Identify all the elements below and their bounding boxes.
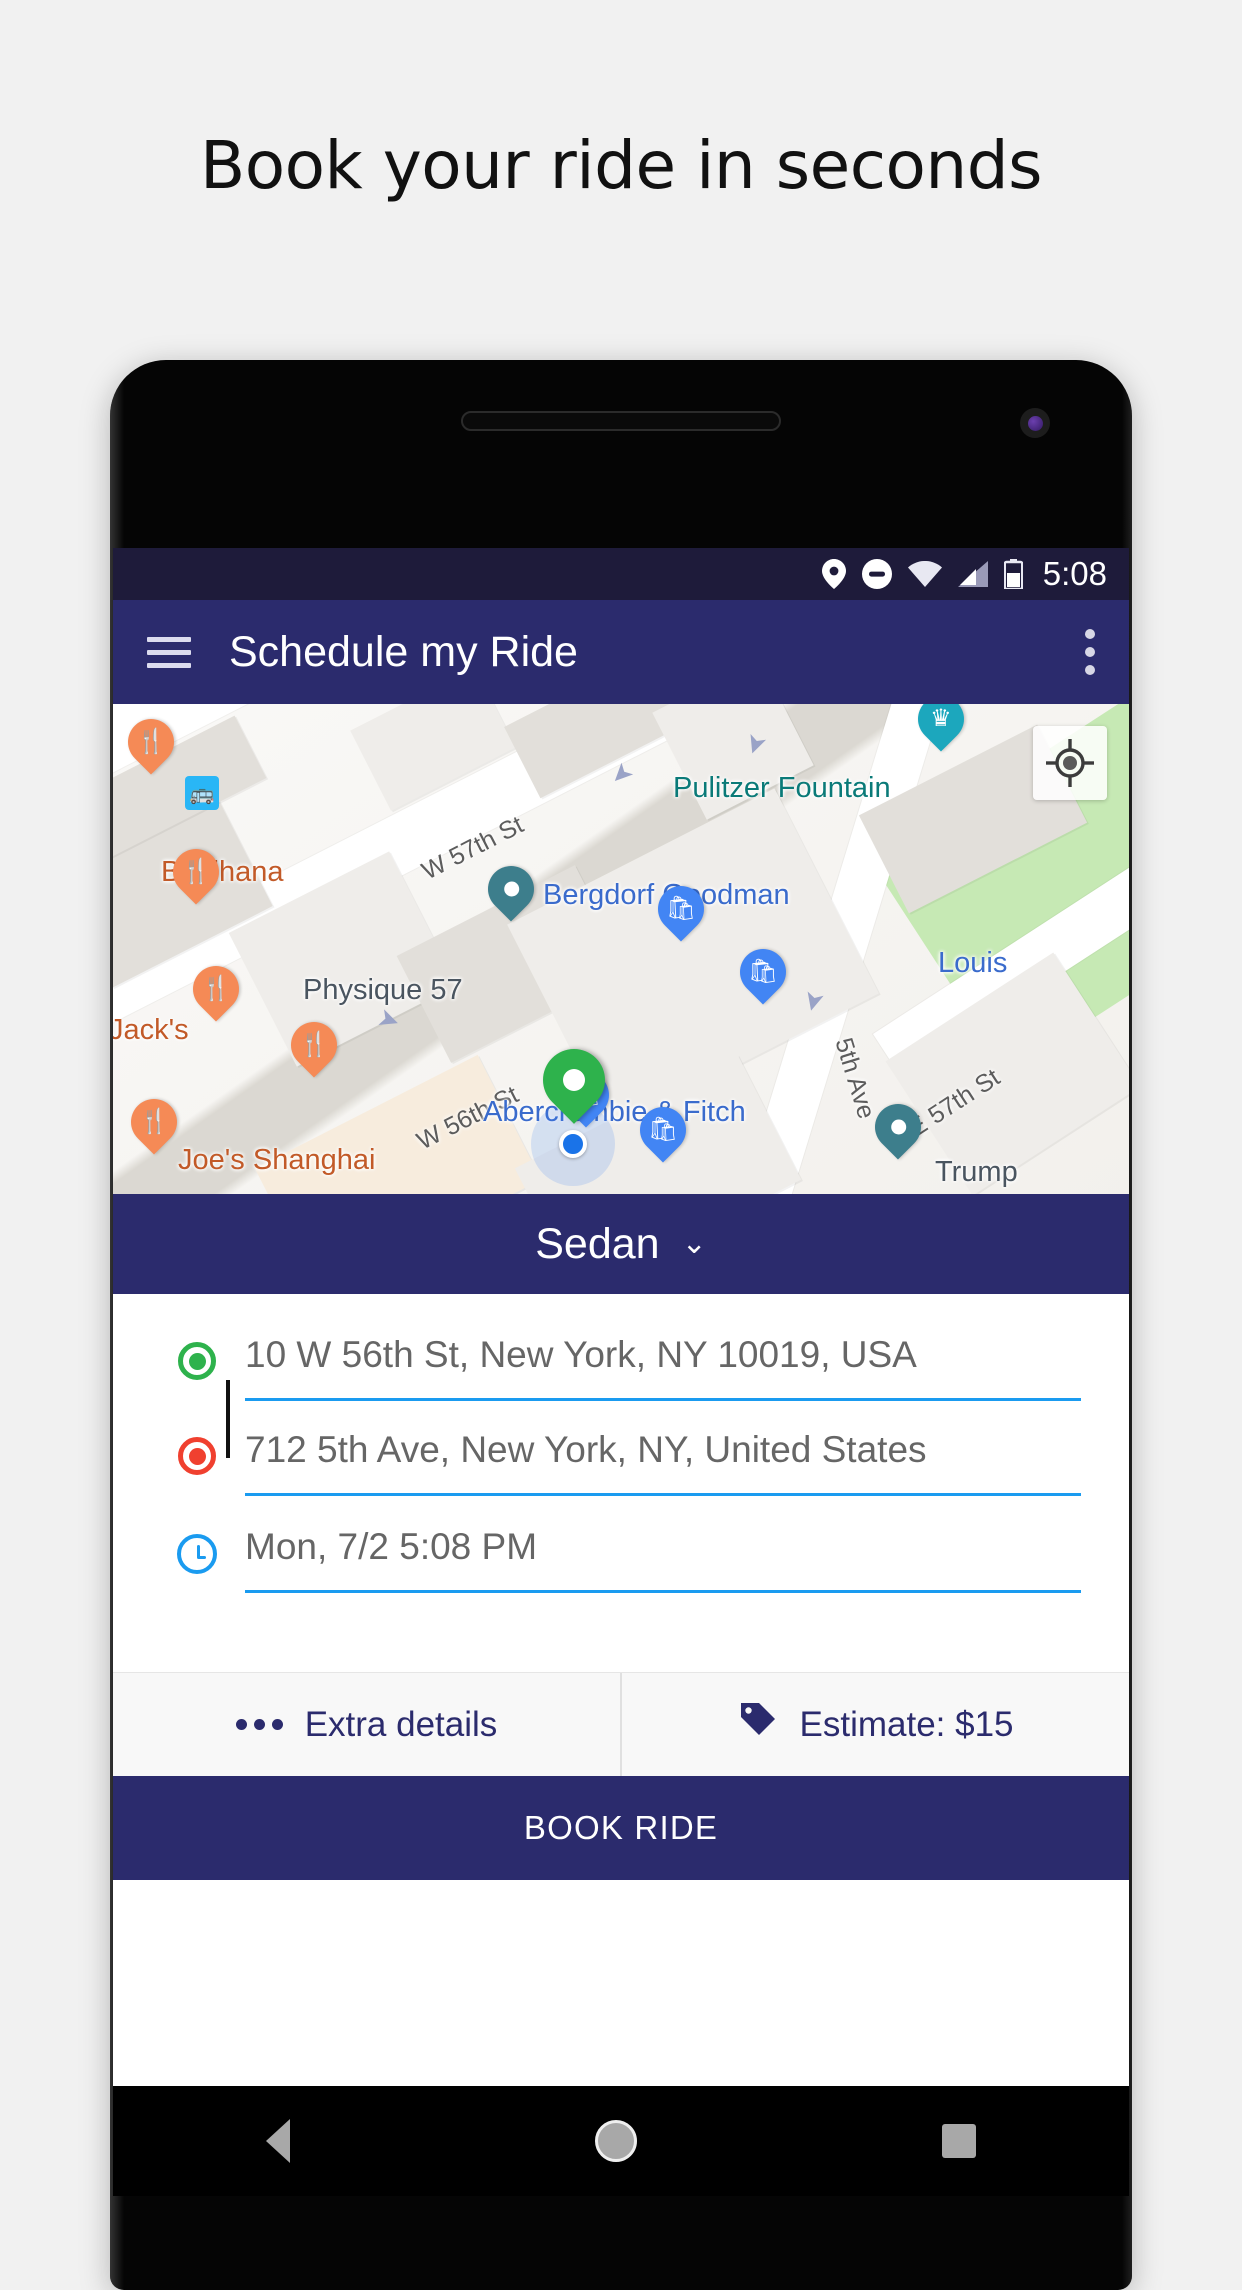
estimate-button[interactable]: Estimate: $15 xyxy=(620,1673,1129,1776)
dropoff-field[interactable]: 712 5th Ave, New York, NY, United States xyxy=(233,1429,1081,1496)
secondary-actions-row: Extra details Estimate: $15 xyxy=(113,1672,1129,1776)
phone-screen: 5:08 Schedule my Ride W 57th St W 56th S… xyxy=(113,548,1129,2086)
vehicle-type-selector[interactable]: Sedan ⌄ xyxy=(113,1194,1129,1294)
page-title: Book your ride in seconds xyxy=(200,126,1043,204)
dropoff-row[interactable]: 712 5th Ave, New York, NY, United States xyxy=(113,1429,1129,1496)
extra-details-label: Extra details xyxy=(304,1704,498,1744)
android-nav-bar xyxy=(113,2086,1129,2196)
my-location-crosshair-icon[interactable] xyxy=(1033,726,1107,800)
vehicle-type-label: Sedan xyxy=(535,1219,660,1268)
home-circle-icon[interactable] xyxy=(594,2120,637,2162)
poi-label-pulitzer-fountain: Pulitzer Fountain xyxy=(673,772,891,804)
front-camera-icon xyxy=(1020,408,1050,438)
pickup-marker-col xyxy=(161,1334,233,1380)
camera-lens xyxy=(1027,415,1043,431)
ride-details-form: 10 W 56th St, New York, NY 10019, USA 71… xyxy=(113,1294,1129,1672)
wifi-icon xyxy=(907,561,942,587)
back-triangle-icon[interactable] xyxy=(265,2119,290,2163)
pickup-underline xyxy=(245,1398,1081,1401)
status-bar: 5:08 xyxy=(113,548,1129,600)
earpiece-speaker xyxy=(461,411,781,431)
status-bar-clock: 5:08 xyxy=(1042,555,1107,592)
datetime-row[interactable]: Mon, 7/2 5:08 PM xyxy=(113,1526,1129,1593)
poi-label-trump: Trump xyxy=(935,1156,1018,1188)
pickup-address-value: 10 W 56th St, New York, NY 10019, USA xyxy=(245,1334,917,1375)
bus-stop-icon[interactable]: 🚌 xyxy=(185,776,219,810)
clock-icon-col xyxy=(161,1526,233,1574)
phone-device-frame: 5:08 Schedule my Ride W 57th St W 56th S… xyxy=(110,360,1132,2290)
app-bar: Schedule my Ride xyxy=(113,600,1129,704)
map-view[interactable]: W 57th St W 56th St 5th Ave E 57th St Pu… xyxy=(113,704,1129,1194)
poi-label-joes-shanghai: Joe's Shanghai xyxy=(178,1144,376,1176)
cell-signal-icon xyxy=(957,561,988,587)
overflow-menu-icon[interactable] xyxy=(1085,629,1095,675)
estimate-label: Estimate: $15 xyxy=(799,1704,1014,1744)
clock-icon xyxy=(177,1534,217,1574)
green-circle-icon xyxy=(178,1342,216,1380)
dropoff-underline xyxy=(245,1493,1081,1496)
poi-label-abercrombie-fitch: Abercrombie & Fitch xyxy=(483,1096,746,1128)
do-not-disturb-icon xyxy=(861,559,892,589)
poi-label-louis: Louis xyxy=(938,947,1008,979)
dropoff-marker-col xyxy=(161,1429,233,1475)
book-ride-button[interactable]: BOOK RIDE xyxy=(113,1776,1129,1880)
three-dots-icon xyxy=(235,1719,283,1730)
price-tag-icon xyxy=(738,1700,778,1749)
battery-icon xyxy=(1003,559,1023,589)
app-bar-title: Schedule my Ride xyxy=(229,627,578,676)
chevron-down-icon: ⌄ xyxy=(681,1227,707,1260)
hamburger-menu-icon[interactable] xyxy=(147,636,191,668)
user-location-dot xyxy=(559,1130,587,1158)
recents-square-icon[interactable] xyxy=(942,2124,977,2158)
datetime-field[interactable]: Mon, 7/2 5:08 PM xyxy=(233,1526,1081,1593)
location-pin-icon xyxy=(821,559,846,589)
datetime-value: Mon, 7/2 5:08 PM xyxy=(245,1526,538,1567)
red-circle-icon xyxy=(178,1437,216,1475)
extra-details-button[interactable]: Extra details xyxy=(113,1673,620,1776)
pickup-row[interactable]: 10 W 56th St, New York, NY 10019, USA xyxy=(113,1334,1129,1401)
dropoff-address-value: 712 5th Ave, New York, NY, United States xyxy=(245,1429,927,1470)
datetime-underline xyxy=(245,1590,1081,1593)
poi-label-jacks: Jack's xyxy=(113,1014,189,1046)
pickup-field[interactable]: 10 W 56th St, New York, NY 10019, USA xyxy=(233,1334,1081,1401)
